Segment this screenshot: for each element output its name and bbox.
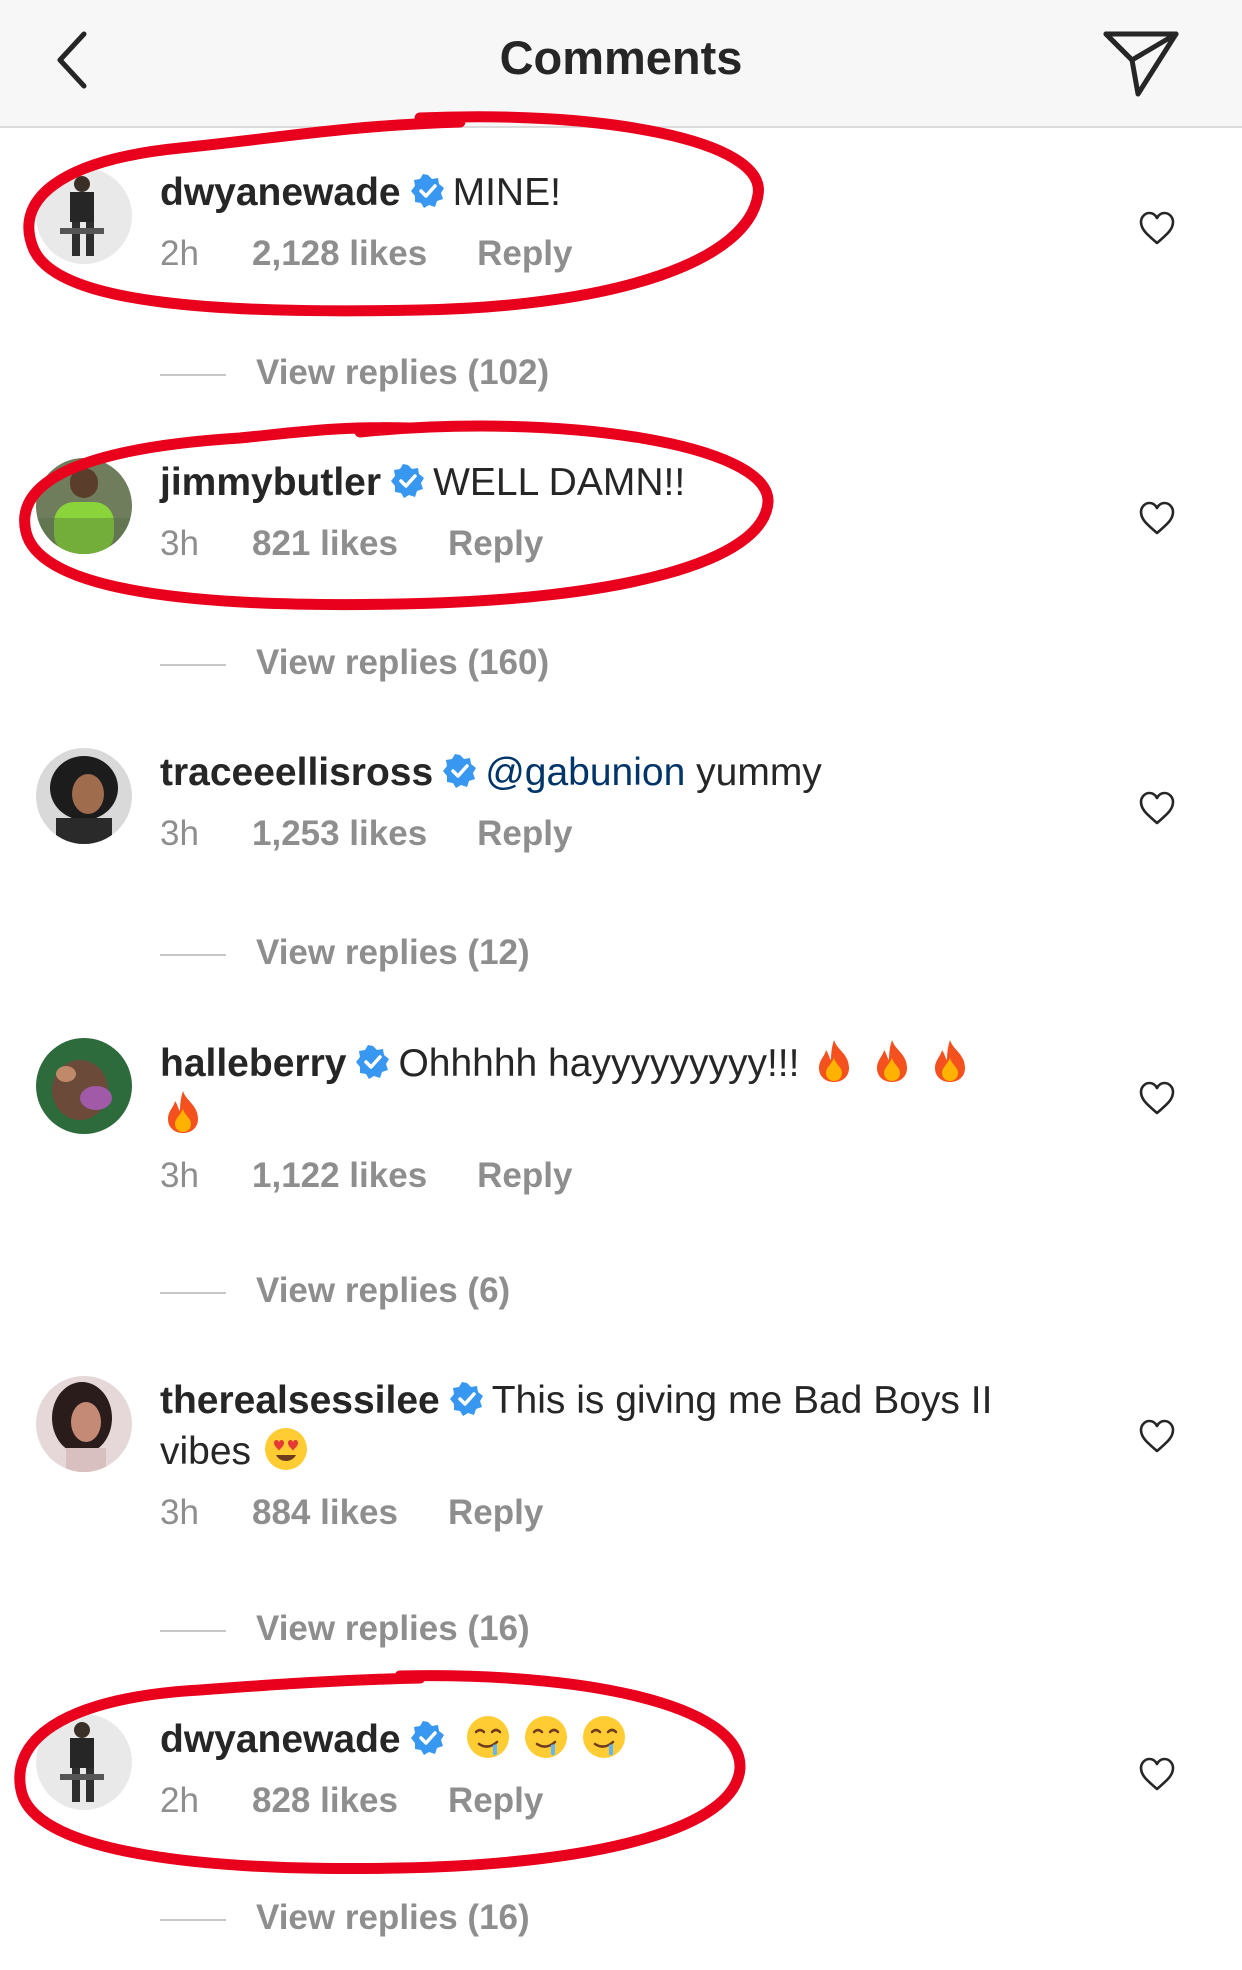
verified-badge-icon	[449, 1382, 483, 1416]
mention-link[interactable]: @gabunion	[485, 751, 685, 794]
comment-text: This is giving me Bad Boys II	[491, 1379, 993, 1422]
comment-likes[interactable]: 884 likes	[252, 1493, 398, 1533]
divider	[160, 1629, 226, 1632]
divider	[160, 663, 226, 666]
view-replies-button[interactable]: View replies (160)	[160, 643, 549, 683]
view-replies-button[interactable]: View replies (16)	[160, 1609, 530, 1649]
comment-likes[interactable]: 828 likes	[252, 1781, 398, 1821]
comment-timestamp: 3h	[160, 1493, 199, 1532]
reply-button[interactable]: Reply	[477, 234, 572, 274]
reply-button[interactable]: Reply	[477, 1156, 572, 1196]
view-replies-button[interactable]: View replies (102)	[160, 353, 549, 393]
verified-badge-icon	[391, 464, 425, 498]
reply-button[interactable]: Reply	[448, 1493, 543, 1533]
view-replies-label: View replies (102)	[256, 353, 550, 392]
view-replies-button[interactable]: View replies (16)	[160, 1898, 530, 1938]
fire-emoji-icon	[168, 1091, 198, 1133]
comment-username[interactable]: halleberry	[160, 1042, 346, 1085]
comment-timestamp: 3h	[160, 1156, 199, 1195]
drooling-face-emoji-icon	[524, 1716, 567, 1758]
heart-icon[interactable]	[1138, 1080, 1176, 1116]
avatar[interactable]	[36, 1376, 132, 1472]
divider	[160, 953, 226, 956]
heart-eyes-emoji-icon	[265, 1428, 308, 1470]
heart-icon[interactable]	[1138, 210, 1176, 246]
comment-timestamp: 2h	[160, 1781, 199, 1820]
avatar[interactable]	[36, 168, 132, 264]
comment-likes[interactable]: 1,253 likes	[252, 814, 427, 854]
avatar[interactable]	[36, 458, 132, 554]
heart-icon[interactable]	[1138, 500, 1176, 536]
comment-likes[interactable]: 821 likes	[252, 524, 398, 564]
comment-text-continued: vibes	[160, 1430, 252, 1473]
page-title: Comments	[499, 31, 743, 84]
view-replies-label: View replies (16)	[256, 1898, 530, 1937]
avatar[interactable]	[36, 1038, 132, 1134]
comment-username[interactable]: therealsessilee	[160, 1379, 440, 1422]
comment-text: MINE!	[452, 171, 561, 214]
comment-likes[interactable]: 2,128 likes	[252, 234, 427, 274]
heart-icon[interactable]	[1138, 1418, 1176, 1454]
fire-emoji-icon	[819, 1040, 850, 1082]
verified-badge-icon	[443, 754, 477, 788]
divider	[160, 1918, 226, 1921]
view-replies-label: View replies (6)	[256, 1271, 511, 1310]
view-replies-label: View replies (16)	[256, 1609, 530, 1648]
reply-button[interactable]: Reply	[448, 1781, 543, 1821]
comment-username[interactable]: traceeellisross	[160, 751, 433, 794]
comment-username[interactable]: dwyanewade	[160, 1718, 401, 1761]
comment-text: WELL DAMN!!	[433, 461, 686, 504]
reply-button[interactable]: Reply	[448, 524, 543, 564]
verified-badge-icon	[410, 1721, 444, 1755]
view-replies-label: View replies (160)	[256, 643, 550, 682]
divider	[160, 373, 226, 376]
comment-timestamp: 3h	[160, 814, 199, 853]
verified-badge-icon	[410, 174, 444, 208]
view-replies-button[interactable]: View replies (6)	[160, 1271, 510, 1311]
divider	[160, 1291, 226, 1294]
fire-emoji-icon	[935, 1040, 966, 1082]
avatar[interactable]	[36, 748, 132, 844]
view-replies-label: View replies (12)	[256, 933, 530, 972]
comment-username[interactable]: jimmybutler	[160, 461, 381, 504]
verified-badge-icon	[356, 1045, 390, 1079]
heart-icon[interactable]	[1138, 790, 1176, 826]
drooling-face-emoji-icon	[466, 1716, 509, 1758]
comment-username[interactable]: dwyanewade	[160, 171, 401, 214]
heart-icon[interactable]	[1138, 1756, 1176, 1792]
reply-button[interactable]: Reply	[477, 814, 572, 854]
comment-text: Ohhhhh hayyyyyyyyy!!!	[398, 1042, 800, 1085]
paper-plane-icon[interactable]	[1100, 24, 1182, 100]
comment-text: yummy	[696, 751, 822, 794]
comment-likes[interactable]: 1,122 likes	[252, 1156, 427, 1196]
comment-timestamp: 3h	[160, 524, 199, 563]
top-bar: Comments	[0, 0, 1242, 128]
avatar[interactable]	[36, 1714, 132, 1810]
drooling-face-emoji-icon	[582, 1716, 625, 1758]
view-replies-button[interactable]: View replies (12)	[160, 933, 530, 973]
comment-timestamp: 2h	[160, 234, 199, 273]
fire-emoji-icon	[877, 1040, 908, 1082]
